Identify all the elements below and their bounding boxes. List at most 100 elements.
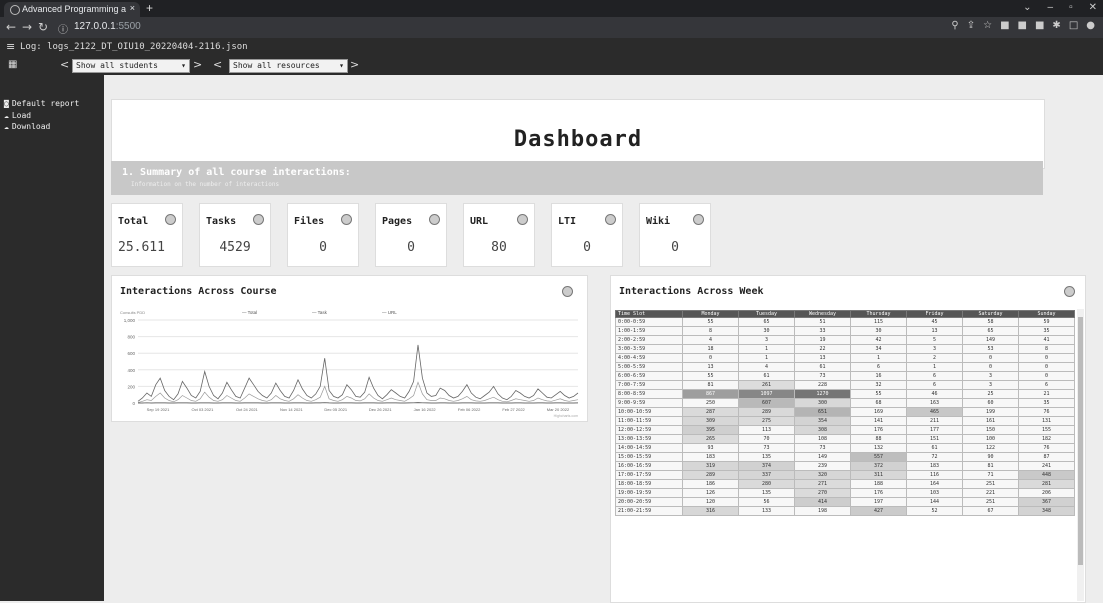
table-row: 1:00-1:598303330136535 [616, 327, 1075, 336]
column-header[interactable]: Monday [683, 311, 739, 318]
table-scrollbar[interactable] [1077, 309, 1084, 601]
time-slot-cell: 20:00-20:59 [616, 498, 683, 507]
sidebar-item-default-report[interactable]: ◙ Default report [4, 99, 79, 108]
x-tick-label: Oct 24 2021 [236, 407, 259, 412]
count-cell: 18 [683, 345, 739, 354]
reload-icon[interactable]: ↻ [38, 20, 48, 34]
extension-icon[interactable]: ■ [1018, 20, 1027, 31]
minimize-button[interactable]: – [1048, 2, 1054, 13]
week-table-card: Interactions Across Week Time SlotMonday… [610, 275, 1086, 603]
column-header[interactable]: Saturday [963, 311, 1019, 318]
close-window-button[interactable]: ✕ [1089, 2, 1097, 13]
browser-tab[interactable]: Advanced Programming and dat × [4, 2, 140, 17]
back-icon[interactable]: ← [6, 20, 16, 34]
forward-icon[interactable]: → [22, 20, 32, 34]
extension-icon[interactable]: ■ [1035, 20, 1044, 31]
count-cell: 132 [851, 444, 907, 453]
count-cell: 164 [907, 480, 963, 489]
time-slot-cell: 19:00-19:59 [616, 489, 683, 498]
bookmark-star-icon[interactable]: ☆ [983, 20, 992, 31]
info-icon[interactable] [341, 214, 352, 225]
count-cell: 0 [683, 354, 739, 363]
kpi-label: Wiki [646, 216, 670, 227]
count-cell: 183 [907, 462, 963, 471]
info-icon[interactable] [253, 214, 264, 225]
zoom-icon[interactable]: ⚲ [951, 20, 958, 31]
resources-select[interactable]: Show all resources▾ [229, 59, 348, 73]
sidebar-item-download[interactable]: ☁ Download [4, 122, 50, 131]
count-cell: 149 [963, 336, 1019, 345]
count-cell: 52 [907, 507, 963, 516]
count-cell: 73 [739, 444, 795, 453]
profile-icon[interactable]: ● [1086, 20, 1095, 31]
info-icon[interactable] [429, 214, 440, 225]
info-icon[interactable] [1064, 286, 1075, 297]
time-slot-cell: 12:00-12:59 [616, 426, 683, 435]
count-cell: 100 [963, 435, 1019, 444]
info-icon[interactable] [165, 214, 176, 225]
puzzle-icon[interactable]: ✱ [1052, 20, 1060, 31]
tab-close-icon[interactable]: × [130, 3, 135, 13]
count-cell: 0 [963, 354, 1019, 363]
prev-student-button[interactable]: < [60, 58, 69, 71]
info-icon[interactable] [517, 214, 528, 225]
count-cell: 151 [907, 435, 963, 444]
info-icon[interactable] [605, 214, 616, 225]
time-slot-cell: 18:00-18:59 [616, 480, 683, 489]
table-row: 15:00-15:59183135149557729087 [616, 453, 1075, 462]
count-cell: 19 [795, 336, 851, 345]
time-slot-cell: 11:00-11:59 [616, 417, 683, 426]
column-header[interactable]: Thursday [851, 311, 907, 318]
prev-resource-button[interactable]: < [213, 58, 222, 71]
count-cell: 197 [851, 498, 907, 507]
cloud-download-icon: ☁ [4, 122, 9, 131]
count-cell: 1097 [739, 390, 795, 399]
column-header[interactable]: Wednesday [795, 311, 851, 318]
address-bar: ← → ↻ ⓘ 127.0.0.1:5500 ⚲ ⇪ ☆ ■ ■ ■ ✱ □ ● [0, 17, 1103, 38]
count-cell: 122 [963, 444, 1019, 453]
sidebar-item-load[interactable]: ☁ Load [4, 111, 31, 120]
calendar-icon[interactable]: ▦ [8, 59, 17, 70]
count-cell: 76 [1019, 408, 1075, 417]
count-cell: 395 [683, 426, 739, 435]
site-info-icon[interactable]: ⓘ [58, 21, 68, 36]
share-icon[interactable]: ⇪ [967, 20, 975, 31]
x-tick-label: Mar 20 2022 [547, 407, 570, 412]
url-field[interactable]: 127.0.0.1:5500 [74, 21, 141, 32]
students-select[interactable]: Show all students▾ [72, 59, 190, 73]
count-cell: 87 [1019, 453, 1075, 462]
extension-icon[interactable]: ■ [1000, 20, 1009, 31]
column-header[interactable]: Sunday [1019, 311, 1075, 318]
count-cell: 3 [739, 336, 795, 345]
column-header[interactable]: Friday [907, 311, 963, 318]
count-cell: 65 [963, 327, 1019, 336]
count-cell: 30 [851, 327, 907, 336]
menu-icon[interactable]: ≡ [6, 40, 15, 53]
count-cell: 6 [907, 372, 963, 381]
count-cell: 61 [795, 363, 851, 372]
maximize-button[interactable]: ▫ [1069, 2, 1073, 13]
count-cell: 0 [963, 363, 1019, 372]
count-cell: 6 [1019, 381, 1075, 390]
count-cell: 199 [963, 408, 1019, 417]
column-header[interactable]: Tuesday [739, 311, 795, 318]
scrollbar-thumb[interactable] [1078, 317, 1083, 565]
count-cell: 337 [739, 471, 795, 480]
count-cell: 25 [963, 390, 1019, 399]
next-resource-button[interactable]: > [350, 58, 359, 71]
tab-search-icon[interactable]: ⌄ [1023, 2, 1031, 13]
count-cell: 16 [851, 372, 907, 381]
column-header[interactable]: Time Slot [616, 311, 683, 318]
count-cell: 250 [683, 399, 739, 408]
legend-item: — Task [312, 310, 328, 315]
new-tab-button[interactable]: + [146, 1, 153, 15]
count-cell: 169 [851, 408, 907, 417]
time-slot-cell: 1:00-1:59 [616, 327, 683, 336]
sidepanel-icon[interactable]: □ [1069, 20, 1078, 31]
x-tick-label: Nov 14 2021 [280, 407, 303, 412]
time-slot-cell: 5:00-5:59 [616, 363, 683, 372]
next-student-button[interactable]: > [193, 58, 202, 71]
table-row: 4:00-4:5901131200 [616, 354, 1075, 363]
info-icon[interactable] [693, 214, 704, 225]
count-cell: 150 [963, 426, 1019, 435]
